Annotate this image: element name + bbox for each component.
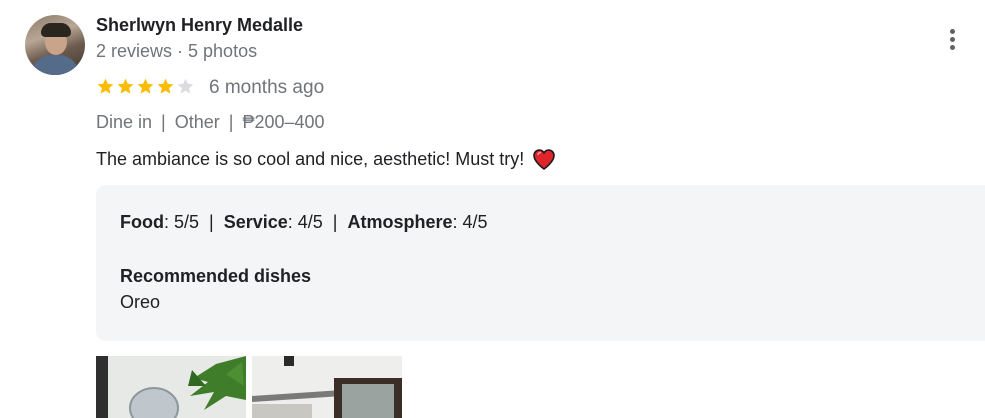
star-filled-icon	[117, 78, 134, 94]
avatar[interactable]	[25, 15, 85, 75]
food-label: Food	[120, 212, 164, 232]
star-rating	[96, 77, 195, 96]
tag-separator: |	[228, 112, 234, 132]
star-filled-icon	[157, 78, 174, 94]
star-filled-icon	[97, 78, 114, 94]
tag-other: Other	[174, 112, 220, 132]
tag-price: ₱200–400	[242, 112, 325, 132]
more-vert-icon-dot	[949, 44, 955, 50]
avatar-shirt	[31, 55, 79, 75]
food-value: : 5/5	[163, 212, 200, 232]
review-text-body: The ambiance is so cool and nice, aesthe…	[96, 148, 525, 169]
recommended-dish: Oreo	[120, 292, 161, 312]
rating-separator: |	[332, 212, 338, 232]
review-photo[interactable]	[96, 356, 246, 418]
atmosphere-value: : 4/5	[452, 212, 488, 232]
heart-icon	[533, 149, 556, 170]
review-text: The ambiance is so cool and nice, aesthe…	[96, 148, 556, 170]
more-vert-icon-dot	[949, 36, 955, 42]
photo-interior	[252, 356, 402, 418]
details-panel: Food: 5/5 | Service: 4/5 | Atmosphere: 4/5 R…	[96, 185, 985, 341]
rating-separator: |	[209, 212, 214, 232]
aspect-ratings: Food: 5/5 | Service: 4/5 | Atmosphere: 4/5	[120, 212, 488, 233]
more-vert-icon	[949, 28, 955, 34]
avatar-hair	[41, 23, 71, 37]
reviewer-name[interactable]: Sherlwyn Henry Medalle	[96, 15, 303, 36]
service-value: : 4/5	[287, 212, 323, 232]
review-date: 6 months ago	[209, 77, 325, 98]
photo-plant-fan	[96, 356, 246, 418]
recommended-dishes-title: Recommended dishes	[120, 266, 312, 286]
tag-separator: |	[161, 112, 166, 132]
more-options-button[interactable]	[940, 27, 964, 51]
review-tags: Dine in | Other | ₱200–400	[96, 112, 325, 133]
service-label: Service	[223, 212, 288, 232]
review-photo[interactable]	[252, 356, 402, 418]
star-empty-icon	[177, 78, 194, 94]
star-filled-icon	[137, 78, 154, 94]
atmosphere-label: Atmosphere	[347, 212, 453, 232]
reviewer-meta: 2 reviews · 5 photos	[96, 41, 258, 61]
tag-dine-in: Dine in	[96, 112, 153, 132]
